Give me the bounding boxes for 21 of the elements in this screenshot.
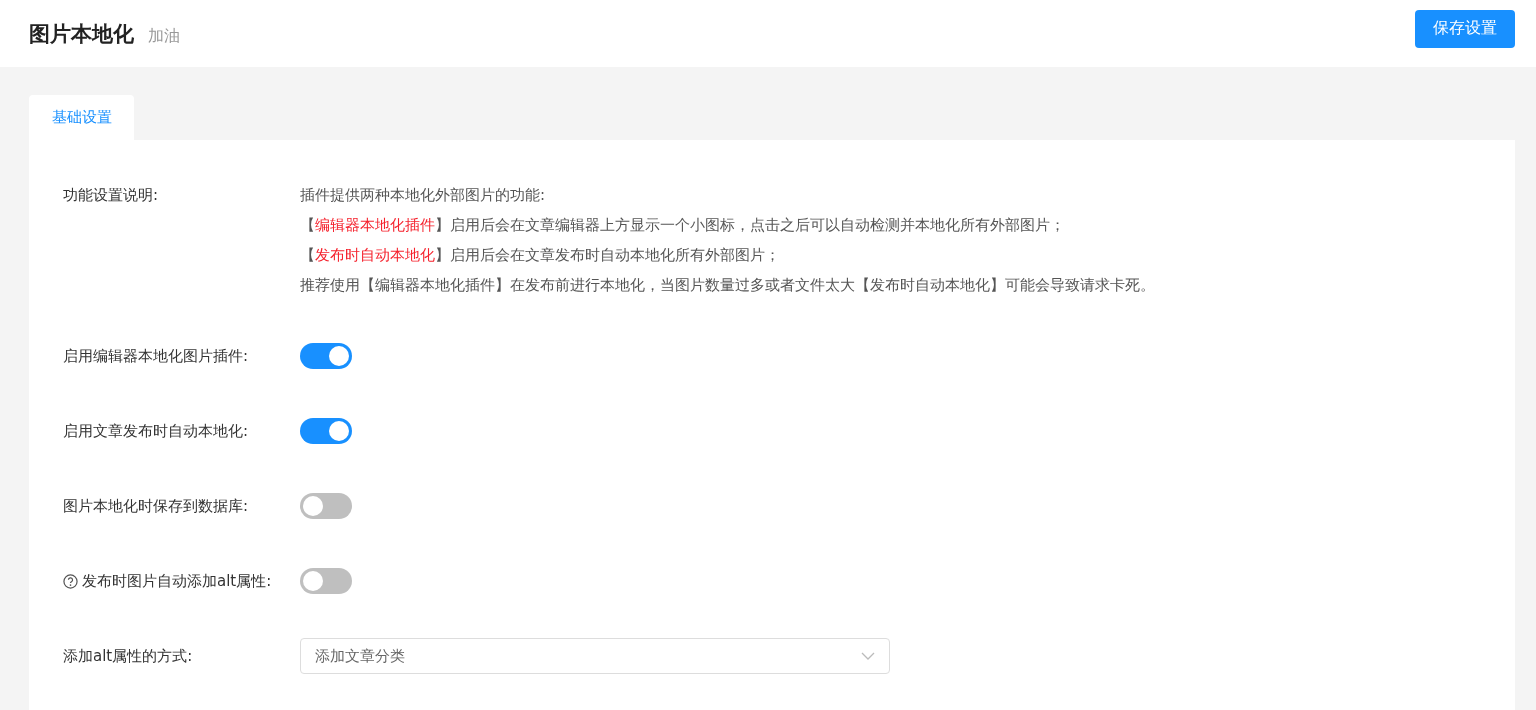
description-line: 【发布时自动本地化】启用后会在文章发布时自动本地化所有外部图片；: [300, 245, 781, 266]
description-line: 插件提供两种本地化外部图片的功能:: [300, 185, 547, 206]
toggle-switch[interactable]: [300, 493, 352, 519]
tab[interactable]: 基础设置: [29, 95, 134, 140]
field-label: 添加alt属性的方式:: [63, 646, 193, 666]
toggle-switch[interactable]: [300, 568, 352, 594]
field-label: 启用文章发布时自动本地化:: [63, 421, 249, 441]
field-label: 功能设置说明:: [63, 185, 160, 206]
toggle-switch[interactable]: [300, 343, 352, 369]
field-label: 启用编辑器本地化图片插件:: [63, 346, 249, 366]
page-title: 图片本地化: [29, 20, 134, 48]
description-line: 【编辑器本地化插件】启用后会在文章编辑器上方显示一个小图标，点击之后可以自动检测并本地化所有外部图片；: [300, 215, 1066, 236]
select-dropdown[interactable]: 添加文章分类: [300, 638, 890, 674]
save-settings-button[interactable]: 保存设置: [1415, 9, 1515, 48]
chevron-down-icon: [861, 652, 875, 660]
description-line: 推荐使用【编辑器本地化插件】在发布前进行本地化，当图片数量过多或者文件太大【发布时自动本地化】可能会导致请求卡死。: [300, 275, 1156, 296]
toggle-switch[interactable]: [300, 418, 352, 444]
field-label: 图片本地化时保存到数据库:: [63, 496, 249, 516]
field-label: 发布时图片自动添加alt属性:: [82, 571, 272, 591]
page-subtitle: 加油: [148, 25, 180, 47]
help-icon[interactable]: [63, 573, 78, 589]
